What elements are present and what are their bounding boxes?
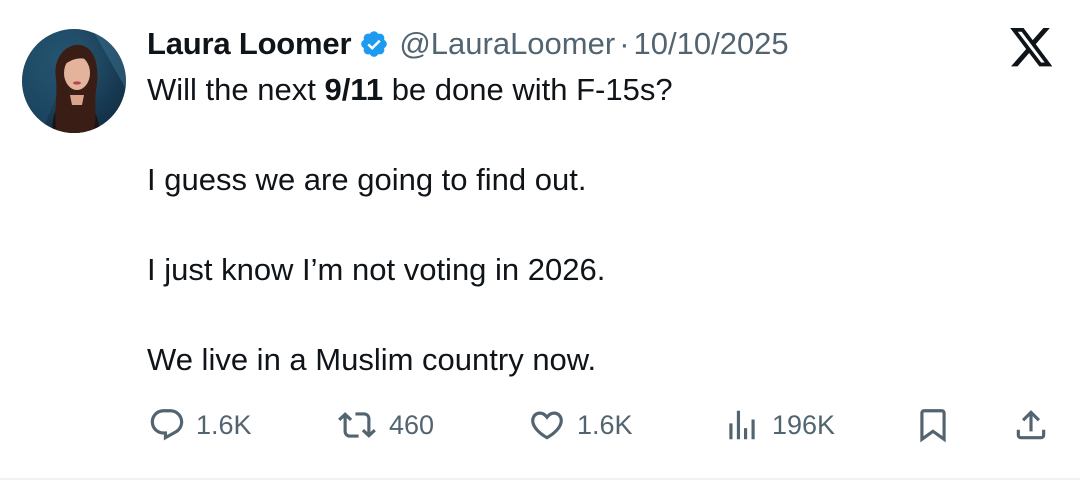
avatar-portrait-icon <box>22 29 126 133</box>
author-handle[interactable]: @LauraLoomer <box>399 26 615 62</box>
bookmark-icon <box>914 406 952 444</box>
tweet-text-line-4: We live in a Muslim country now. <box>147 342 597 377</box>
author-name[interactable]: Laura Loomer <box>147 26 352 62</box>
tweet-text-bold: 9/11 <box>324 72 384 107</box>
views-count: 196K <box>772 409 836 440</box>
tweet-text-line-1: Will the next 9/11 be done with F-15s? <box>147 70 673 110</box>
tweet-card: Laura Loomer @LauraLoomer · 10/10/2025 W… <box>0 0 1080 490</box>
divider <box>0 478 1080 480</box>
bar-chart-icon <box>722 406 762 444</box>
share-upload-icon <box>1012 406 1050 444</box>
tweet-text-line-2: I guess we are going to find out. <box>147 162 587 197</box>
tweet-text-segment: be done with F-15s? <box>383 72 673 107</box>
bookmark-button[interactable] <box>914 400 952 450</box>
post-date[interactable]: 10/10/2025 <box>634 26 789 62</box>
share-button[interactable] <box>1012 400 1050 450</box>
repost-count: 460 <box>389 409 435 440</box>
speech-bubble-icon <box>148 406 186 444</box>
avatar[interactable] <box>22 29 126 133</box>
reply-count: 1.6K <box>196 409 252 440</box>
views-button[interactable]: 196K <box>722 400 835 450</box>
like-count: 1.6K <box>577 409 633 440</box>
repost-arrows-icon <box>335 406 379 444</box>
heart-icon <box>527 406 567 444</box>
separator-dot: · <box>619 26 630 61</box>
repost-button[interactable]: 460 <box>335 400 434 450</box>
like-button[interactable]: 1.6K <box>527 400 633 450</box>
verified-badge-icon <box>359 29 389 59</box>
tweet-text-line-3: I just know I’m not voting in 2026. <box>147 252 606 287</box>
reply-button[interactable]: 1.6K <box>148 400 252 450</box>
tweet-text-segment: Will the next <box>147 72 325 107</box>
tweet-header: Laura Loomer @LauraLoomer · 10/10/2025 <box>147 24 789 64</box>
action-bar: 1.6K 460 1.6K 196K <box>0 400 1080 450</box>
x-logo-icon[interactable] <box>1010 28 1054 70</box>
